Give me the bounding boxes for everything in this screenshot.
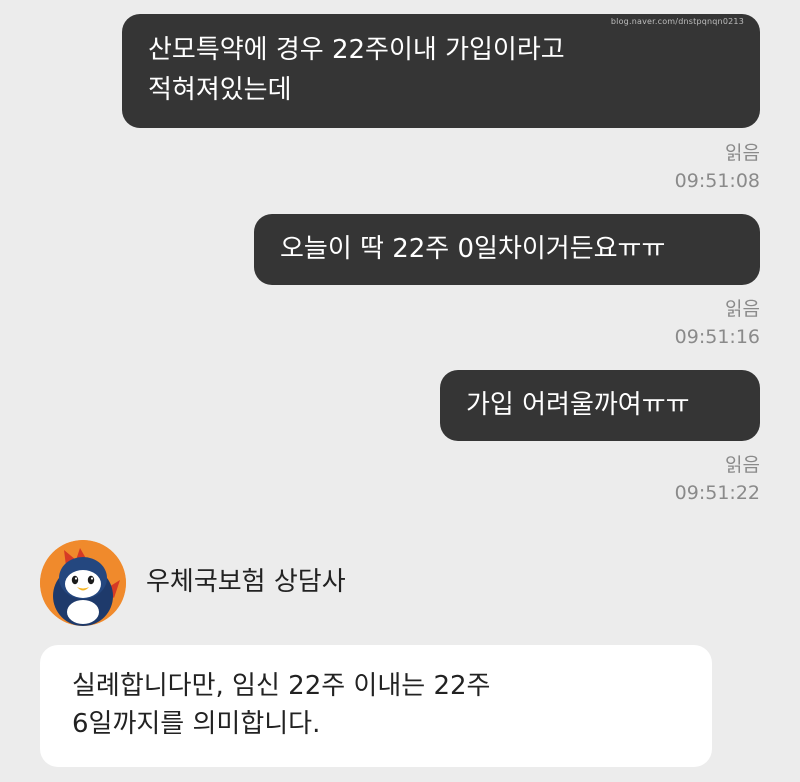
penguin-mascot-icon (40, 540, 126, 626)
message-meta: 읽음 09:51:08 (675, 139, 760, 195)
avatar[interactable] (40, 540, 126, 626)
read-status: 읽음 (725, 298, 760, 320)
message-meta: 읽음 09:51:16 (675, 295, 760, 351)
read-status: 읽음 (725, 142, 760, 164)
sender-name: 우체국보험 상담사 (146, 567, 346, 597)
message-timestamp: 09:51:16 (674, 326, 760, 348)
message-line: 오늘이 딱 22주 0일차이거든요ㅠㅠ (280, 234, 666, 264)
message-meta: 읽음 09:51:22 (675, 451, 760, 507)
incoming-message-bubble[interactable]: 실례합니다만, 임신 22주 이내는 22주 6일까지를 의미합니다. (40, 645, 712, 767)
message-timestamp: 09:51:22 (674, 482, 760, 504)
outgoing-message-bubble[interactable]: 산모특약에 경우 22주이내 가입이라고 적혀져있는데 (122, 14, 760, 128)
message-line: 실례합니다만, 임신 22주 이내는 22주 (72, 671, 491, 701)
message-line: 6일까지를 의미합니다. (72, 709, 321, 739)
outgoing-message-bubble[interactable]: 오늘이 딱 22주 0일차이거든요ㅠㅠ (254, 214, 760, 285)
message-line: 산모특약에 경우 22주이내 가입이라고 (148, 35, 565, 65)
message-timestamp: 09:51:08 (674, 170, 760, 192)
message-line: 가입 어려울까여ㅠㅠ (466, 390, 690, 420)
outgoing-message-bubble[interactable]: 가입 어려울까여ㅠㅠ (440, 370, 760, 441)
read-status: 읽음 (725, 454, 760, 476)
message-line: 적혀져있는데 (148, 75, 292, 105)
watermark: blog.naver.com/dnstpqnqn0213 (610, 17, 744, 26)
